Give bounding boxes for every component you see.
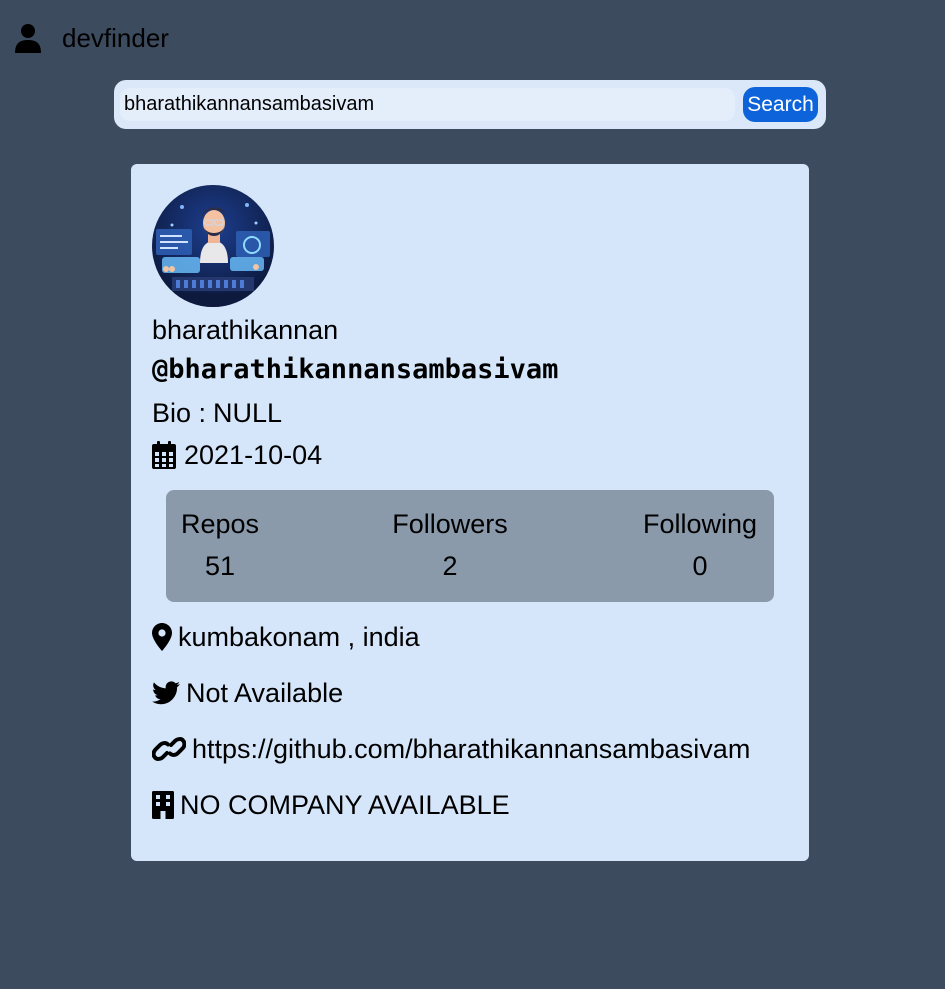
stat-repos-label: Repos	[180, 509, 260, 539]
profile-bio: Bio : NULL	[152, 397, 282, 429]
search-input[interactable]	[120, 88, 735, 121]
stat-following-value: 0	[692, 551, 708, 581]
twitter-text: Not Available	[186, 678, 344, 708]
search-bar: Search	[114, 80, 826, 129]
bio-label: Bio :	[152, 398, 207, 428]
profile-login: @bharathikannansambasivam	[152, 354, 559, 385]
stat-followers-label: Followers	[392, 509, 508, 539]
search-button[interactable]: Search	[743, 87, 818, 122]
stat-followers: Followers 2	[390, 508, 510, 582]
location-text: kumbakonam , india	[178, 622, 420, 652]
joined-date: 2021-10-04	[152, 439, 322, 471]
bio-value: NULL	[213, 398, 283, 428]
location-row: kumbakonam , india	[152, 621, 420, 653]
blog-row: https://github.com/bharathikannansambasi…	[152, 733, 750, 765]
link-icon	[152, 736, 186, 762]
app-title: devfinder	[62, 22, 169, 53]
avatar	[152, 185, 274, 307]
twitter-row: Not Available	[152, 677, 343, 709]
calendar-icon	[152, 441, 176, 469]
twitter-icon	[152, 681, 180, 705]
building-icon	[152, 791, 174, 819]
user-icon	[14, 22, 42, 54]
company-text: NO COMPANY AVAILABLE	[180, 790, 510, 820]
stat-repos-value: 51	[204, 551, 236, 581]
stat-repos: Repos 51	[180, 508, 260, 582]
stat-following-label: Following	[642, 509, 758, 539]
joined-date-text: 2021-10-04	[184, 440, 323, 470]
profile-name: bharathikannan	[152, 315, 339, 345]
stat-following: Following 0	[640, 508, 760, 582]
blog-link[interactable]: https://github.com/bharathikannansambasi…	[192, 733, 750, 765]
stat-followers-value: 2	[442, 551, 458, 581]
stats-panel: Repos 51 Followers 2 Following 0	[166, 490, 774, 602]
company-row: NO COMPANY AVAILABLE	[152, 789, 510, 821]
map-pin-icon	[152, 623, 172, 651]
profile-card: bharathikannan @bharathikannansambasivam…	[131, 164, 809, 861]
app-header: devfinder	[14, 20, 169, 56]
